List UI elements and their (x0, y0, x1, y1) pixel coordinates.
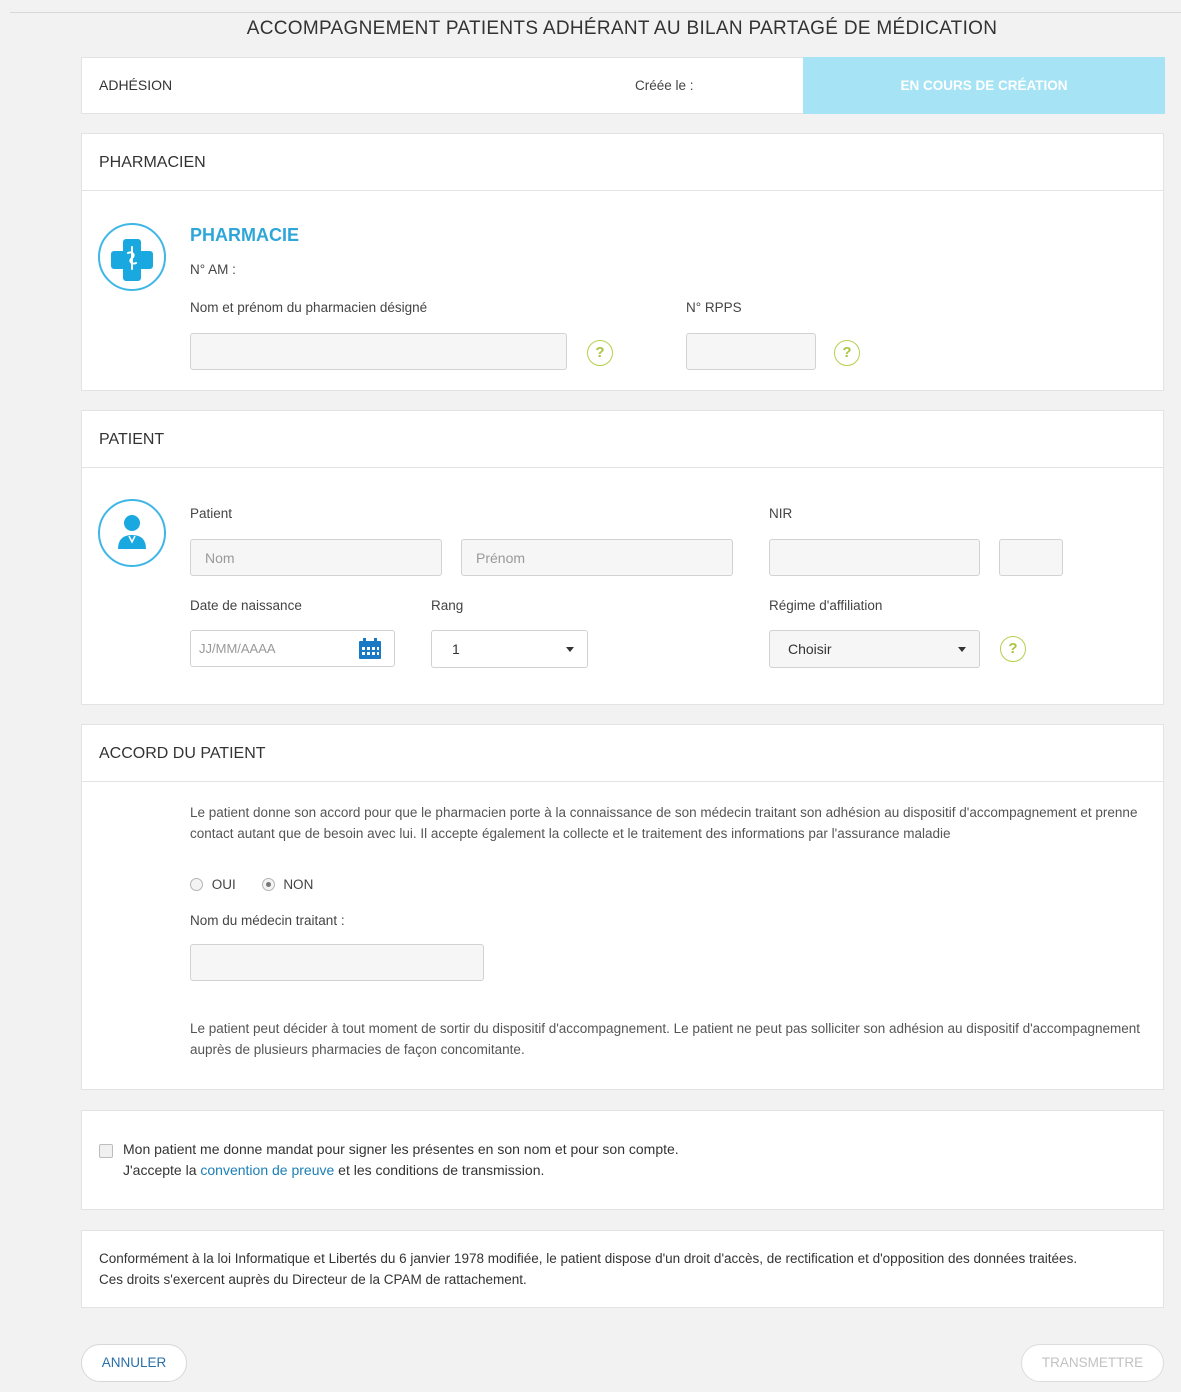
accord-text: Le patient donne son accord pour que le … (190, 805, 1138, 841)
medecin-label: Nom du médecin traitant : (190, 913, 345, 928)
pharmacien-panel: PHARMACIEN PHARMACIE N° AM : Nom et prén… (81, 133, 1164, 391)
patient-panel: PATIENT Patient NIR Date de naissance Ra… (81, 410, 1164, 705)
cancel-button[interactable]: ANNULER (81, 1344, 187, 1382)
nir-key-input[interactable] (999, 539, 1063, 576)
rpps-help-icon[interactable]: ? (834, 340, 860, 366)
adhesion-label: ADHÉSION (99, 77, 173, 93)
accord-non-radio[interactable] (261, 878, 275, 891)
calendar-icon[interactable] (358, 638, 382, 663)
adhesion-bar: ADHÉSION Créée le : EN COURS DE CRÉATION (81, 57, 1165, 114)
patient-header: PATIENT (82, 411, 1163, 468)
regime-caret-icon (958, 647, 966, 652)
pharmacien-name-label: Nom et prénom du pharmacien désigné (190, 300, 428, 315)
accord-oui-label: OUI (211, 877, 236, 892)
regime-select[interactable]: Choisir (769, 630, 980, 668)
patient-user-icon (98, 499, 166, 567)
pharmacy-cross-icon (98, 223, 166, 291)
status-badge: EN COURS DE CRÉATION (803, 57, 1165, 114)
patient-user-svg (118, 515, 146, 549)
created-date-label: Créée le : (635, 78, 694, 93)
accord-panel: ACCORD DU PATIENT Le patient donne son a… (81, 724, 1164, 1090)
status-text: EN COURS DE CRÉATION (900, 78, 1068, 93)
nir-input[interactable] (769, 539, 980, 576)
accord-header: ACCORD DU PATIENT (82, 725, 1163, 782)
am-number-label: N° AM : (190, 262, 236, 277)
pharmacien-name-help-icon[interactable]: ? (587, 340, 613, 366)
regime-value: Choisir (788, 641, 832, 657)
accord-non-label: NON (283, 877, 314, 892)
mandat-line1: Mon patient me donne mandat pour signer … (123, 1141, 679, 1157)
mandat-line2-prefix: J'accepte la (123, 1162, 201, 1178)
mandat-line2: J'accepte la convention de preuve et les… (123, 1162, 544, 1178)
rpps-input[interactable] (686, 333, 816, 370)
accord-oui-radio[interactable] (190, 878, 203, 891)
patient-label: Patient (190, 506, 233, 521)
mandat-checkbox[interactable] (99, 1144, 113, 1158)
legal-text: Conformément à la loi Informatique et Li… (99, 1251, 1078, 1287)
mandat-panel: Mon patient me donne mandat pour signer … (81, 1110, 1164, 1210)
regime-label: Régime d'affiliation (769, 598, 883, 613)
transmit-button[interactable]: TRANSMETTRE (1021, 1344, 1164, 1382)
accord-radio-group: OUI NON (190, 877, 313, 892)
patient-firstname-input[interactable] (461, 539, 733, 576)
nir-label: NIR (769, 506, 793, 521)
regime-help-icon[interactable]: ? (1000, 636, 1026, 662)
calendar-svg (359, 638, 381, 659)
rang-caret-icon (566, 647, 574, 652)
pharmacien-header: PHARMACIEN (82, 134, 1163, 191)
medecin-input[interactable] (190, 944, 484, 981)
pharmacy-cross-svg (111, 239, 153, 281)
rang-select[interactable]: 1 (431, 630, 588, 668)
legal-panel: Conformément à la loi Informatique et Li… (81, 1230, 1164, 1308)
rang-label: Rang (431, 598, 464, 613)
pharmacien-name-input[interactable] (190, 333, 567, 370)
accord-footer-text: Le patient peut décider à tout moment de… (190, 1021, 1140, 1057)
rang-value: 1 (452, 641, 460, 657)
convention-de-preuve-link[interactable]: convention de preuve (200, 1162, 334, 1178)
page-top-border (10, 12, 1181, 13)
mandat-line2-suffix: et les conditions de transmission. (334, 1162, 545, 1178)
rpps-label: N° RPPS (686, 300, 742, 315)
page-title: ACCOMPAGNEMENT PATIENTS ADHÉRANT AU BILA… (246, 18, 998, 39)
patient-lastname-input[interactable] (190, 539, 442, 576)
pharmacie-name: PHARMACIE (190, 225, 300, 245)
dob-label: Date de naissance (190, 598, 302, 613)
